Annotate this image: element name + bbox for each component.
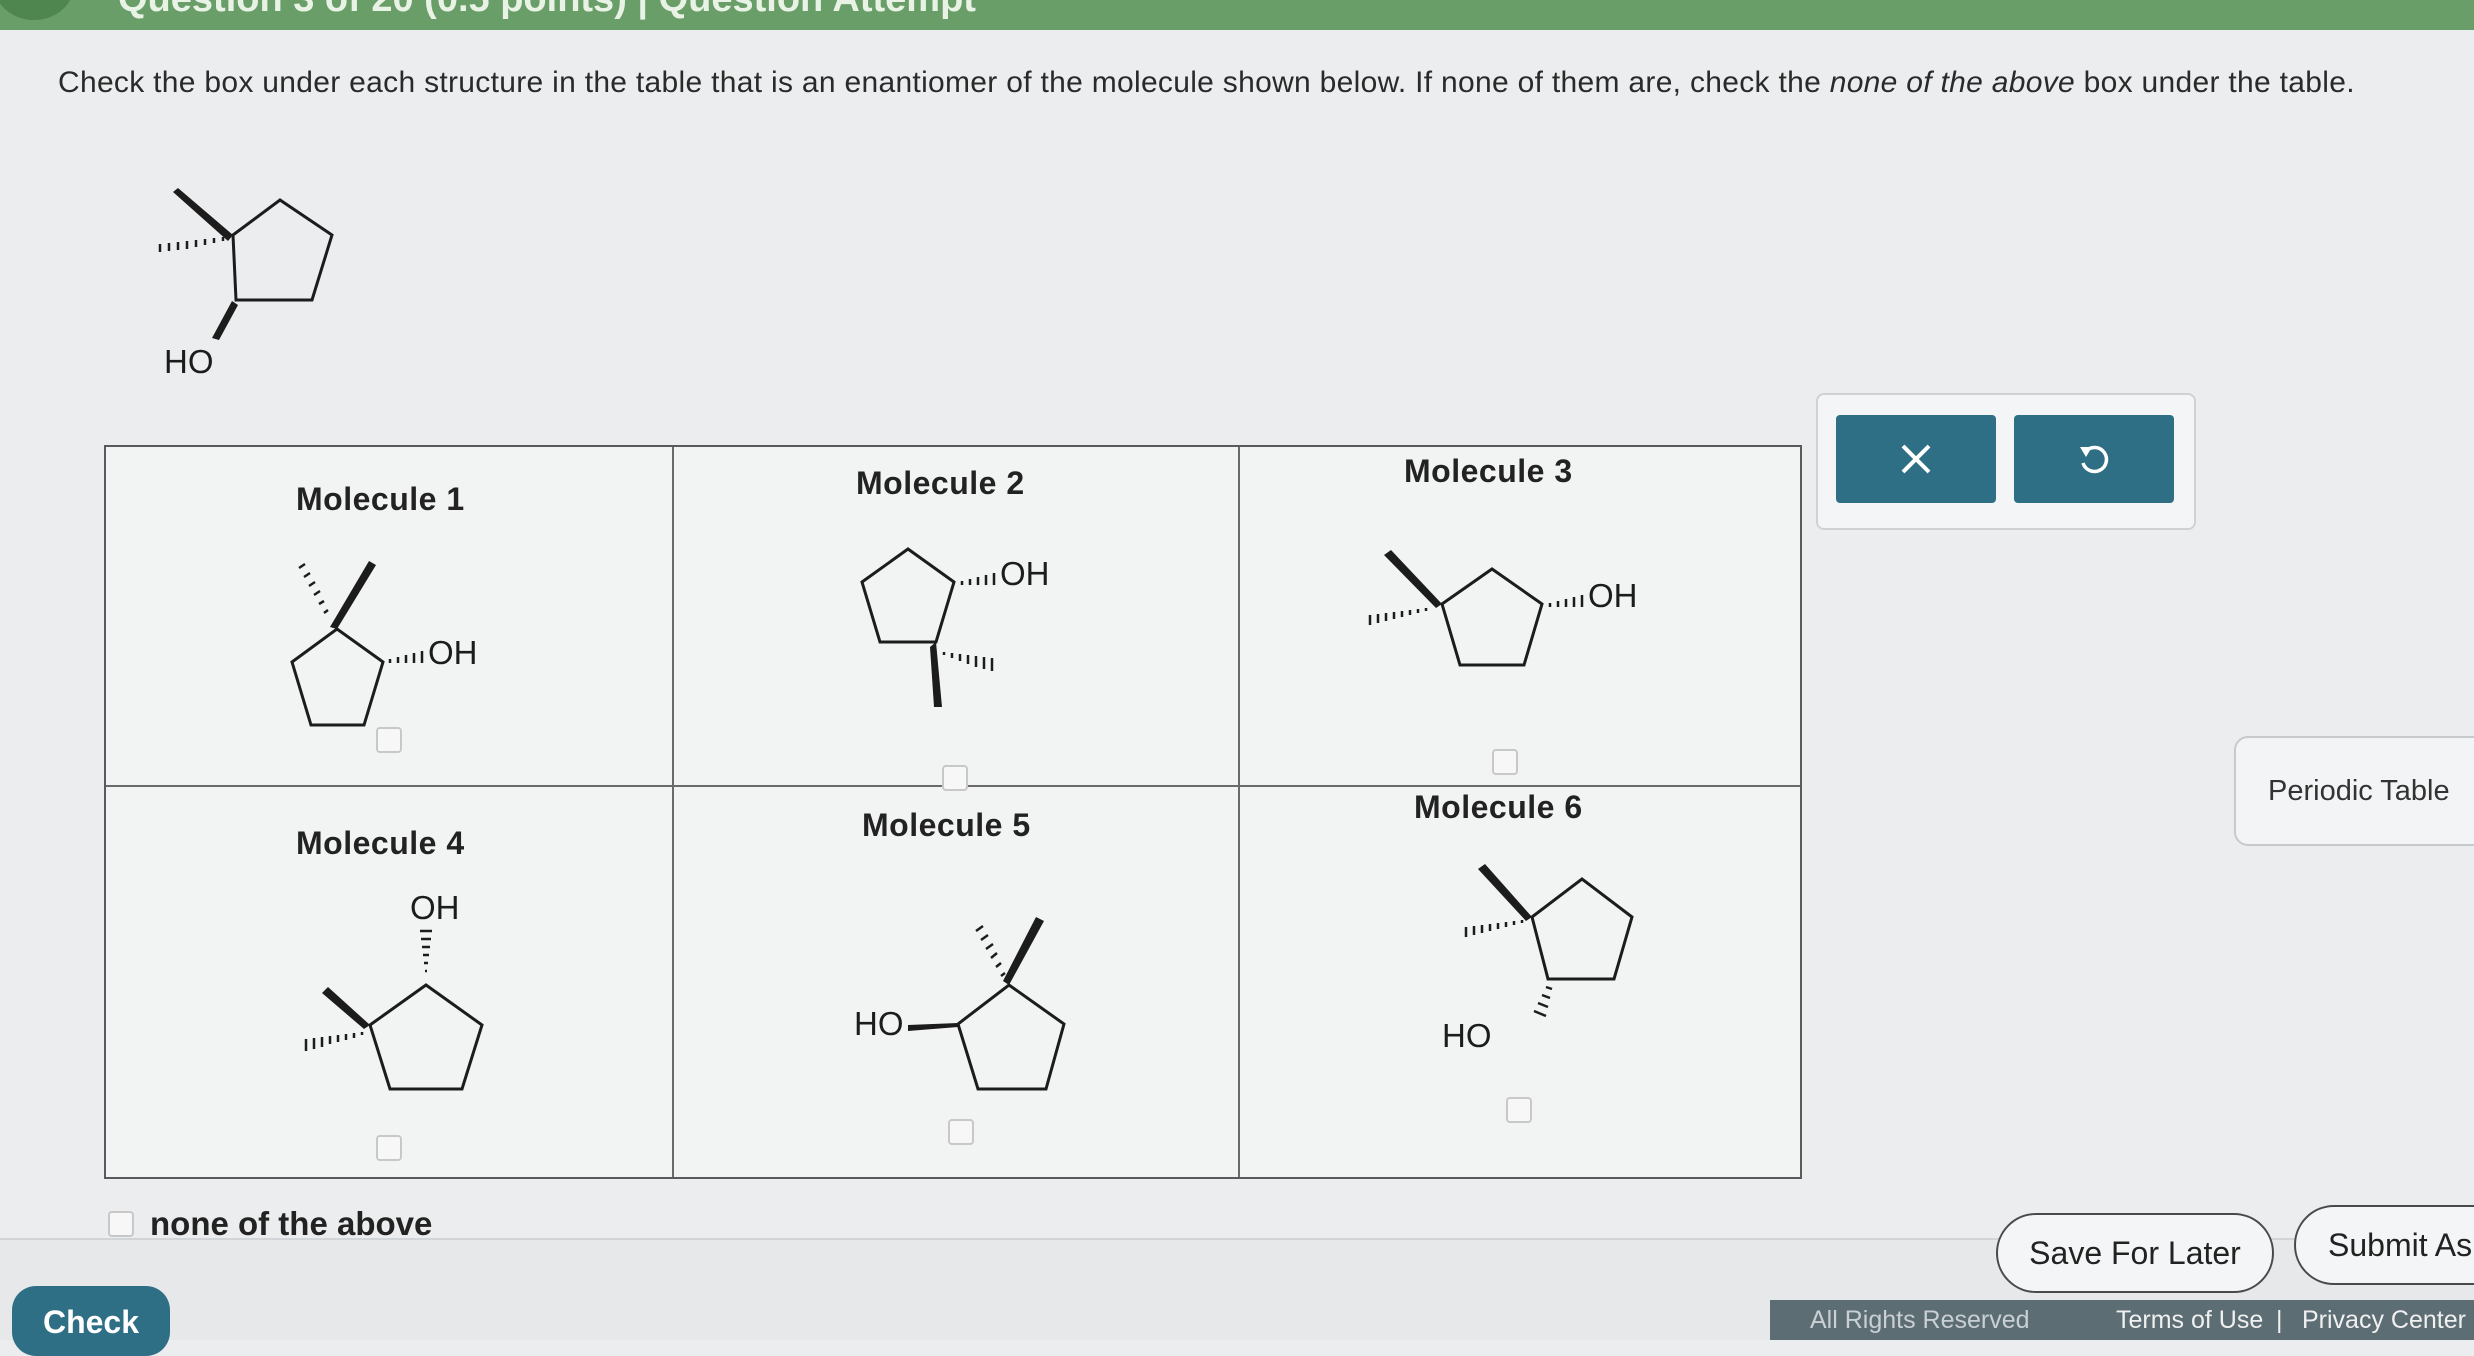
question-title: Question 3 of 20 (0.5 points) | Question… (118, 0, 976, 21)
molecule-5-title: Molecule 5 (862, 807, 1031, 843)
prompt-text-1: Check the box under each structure in th… (58, 66, 1830, 99)
molecule-table: Molecule 1 OH Molecule 2 OH Molecule 3 O… (104, 445, 1802, 1179)
molecule-6-structure: HO (1442, 864, 1634, 1054)
molecule-4-structure: OH (304, 889, 484, 1091)
molecule-2-checkbox[interactable] (942, 765, 968, 791)
undo-icon (2080, 445, 2109, 474)
table-divider (1238, 447, 1240, 1177)
molecule-3-oh-label: OH (1588, 577, 1638, 614)
privacy-link[interactable]: Privacy Center (2302, 1306, 2466, 1335)
undo-button[interactable] (2014, 415, 2174, 503)
question-prompt: Check the box under each structure in th… (58, 62, 2388, 104)
prompt-italic: none of the above (1829, 66, 2076, 99)
clear-button[interactable] (1836, 415, 1996, 503)
footer-rights: All Rights Reserved (1810, 1306, 2030, 1334)
reference-molecule: HO (158, 188, 334, 380)
close-icon (1901, 444, 1931, 474)
check-button[interactable]: Check (12, 1286, 170, 1356)
reference-oh-label: HO (164, 343, 214, 380)
molecule-6-title: Molecule 6 (1414, 789, 1583, 825)
submit-button[interactable]: Submit As (2294, 1205, 2474, 1285)
molecule-2-title: Molecule 2 (856, 465, 1025, 501)
header-badge (0, 0, 74, 20)
molecule-3-title: Molecule 3 (1404, 453, 1573, 489)
molecule-5-structure: HO (854, 917, 1066, 1091)
molecule-4-title: Molecule 4 (296, 825, 465, 861)
molecule-1-oh-label: OH (428, 634, 478, 671)
molecule-4-checkbox[interactable] (376, 1135, 402, 1161)
molecule-5-checkbox[interactable] (948, 1119, 974, 1145)
terms-link[interactable]: Terms of Use (2116, 1306, 2263, 1335)
molecule-4-oh-label: OH (410, 889, 460, 926)
molecule-1-structure: OH (290, 561, 478, 727)
molecule-2-structure: OH (860, 547, 1050, 707)
drawing-tools-panel (1816, 393, 2196, 530)
molecule-6-checkbox[interactable] (1506, 1097, 1532, 1123)
periodic-table-button[interactable]: Periodic Table (2234, 736, 2474, 846)
prompt-text-2: box under the table. (2075, 66, 2355, 99)
molecule-1-checkbox[interactable] (376, 727, 402, 753)
none-of-the-above-checkbox[interactable] (108, 1211, 134, 1237)
molecule-5-ho-label: HO (854, 1005, 904, 1042)
molecule-1-title: Molecule 1 (296, 481, 465, 517)
molecule-3-structure: OH (1368, 550, 1638, 667)
header-bar: Question 3 of 20 (0.5 points) | Question… (0, 0, 2474, 30)
save-for-later-button[interactable]: Save For Later (1996, 1213, 2274, 1293)
molecule-6-ho-label: HO (1442, 1017, 1492, 1054)
molecule-3-checkbox[interactable] (1492, 749, 1518, 775)
molecule-2-oh-label: OH (1000, 555, 1050, 592)
table-divider (672, 447, 674, 1177)
footer-separator: | (2276, 1306, 2283, 1334)
